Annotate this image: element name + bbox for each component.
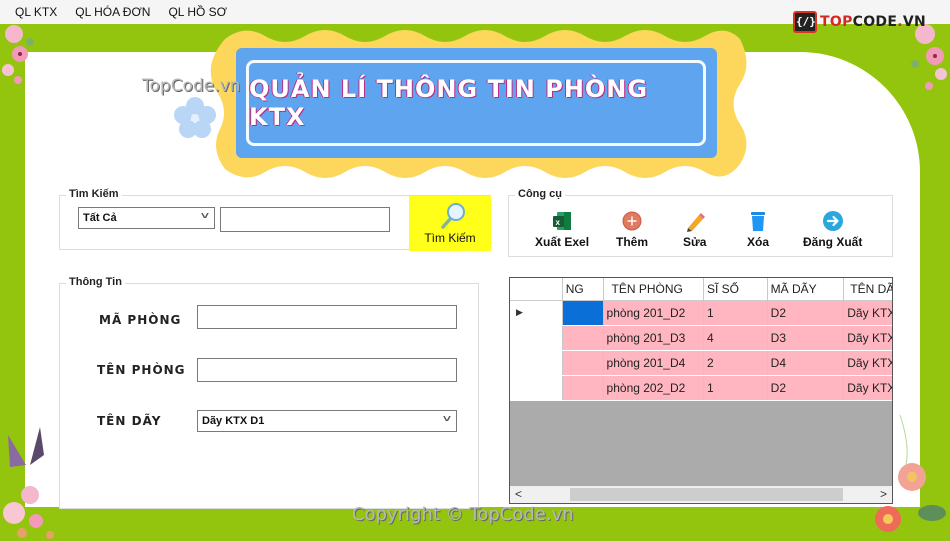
cell-ma-day[interactable]: D4 (767, 351, 845, 375)
topcode-logo-icon (793, 11, 818, 33)
row-header-corner (510, 278, 563, 300)
row-header (510, 376, 563, 400)
column-header-ten-day[interactable]: TÊN DÃ (844, 278, 892, 300)
svg-text:x: x (556, 218, 561, 227)
search-filter-value: Tất Cả (83, 212, 117, 224)
cell-ma-phong[interactable] (562, 326, 604, 350)
table-row[interactable]: phòng 201_D3 4 D3 Dãy KTX (510, 326, 892, 351)
menu-ql-ktx[interactable]: QL KTX (6, 5, 66, 19)
butterfly-decoration-icon (3, 427, 54, 539)
cell-ma-day[interactable]: D2 (767, 301, 845, 325)
delete-label: Xóa (747, 235, 770, 249)
column-header-ma-day[interactable]: MÃ DÃY (768, 278, 845, 300)
logout-button[interactable]: Đăng Xuất (803, 210, 862, 249)
ma-phong-input[interactable] (197, 305, 457, 329)
search-group: Tìm Kiếm Tất Cả ˅ Tìm Kiếm (59, 188, 491, 251)
search-button-label: Tìm Kiếm (424, 231, 476, 245)
row-header (510, 326, 563, 350)
search-button[interactable]: Tìm Kiếm (409, 196, 491, 251)
export-excel-button[interactable]: x Xuất Exel (535, 210, 589, 249)
edit-button[interactable]: Sửa (683, 210, 706, 249)
cell-si-so[interactable]: 1 (704, 376, 768, 400)
ten-day-value: Dãy KTX D1 (202, 415, 265, 427)
logout-icon (822, 211, 843, 231)
scrollbar-thumb[interactable] (570, 488, 843, 501)
ten-phong-input[interactable] (197, 358, 457, 382)
search-filter-select[interactable]: Tất Cả ˅ (78, 207, 215, 229)
delete-button[interactable]: Xóa (747, 210, 769, 249)
info-legend: Thông Tin (66, 276, 125, 288)
tools-group: Công cụ x Xuất Exel Thêm Sửa Xóa Đăng Xu… (508, 188, 893, 257)
menu-ql-hoa-don[interactable]: QL HÓA ĐƠN (66, 5, 159, 19)
cell-si-so[interactable]: 1 (704, 301, 768, 325)
cell-ma-phong[interactable] (562, 376, 604, 400)
cell-ma-phong[interactable] (562, 351, 604, 375)
chevron-down-icon: ˅ (200, 211, 210, 222)
topcode-brand: TOPCODE.VN (793, 11, 926, 33)
excel-icon: x (553, 212, 572, 230)
scroll-right-icon[interactable]: > (880, 486, 887, 503)
brand-top: TOP (820, 14, 853, 30)
ten-day-select[interactable]: Dãy KTX D1 ˅ (197, 410, 457, 432)
brand-code: CODE (852, 14, 898, 30)
cell-ten-phong[interactable]: phòng 201_D2 (603, 301, 704, 325)
banner-frame: QUẢN LÍ THÔNG TIN PHÒNG KTX (246, 60, 706, 146)
cell-ten-day[interactable]: Dãy KTX (844, 351, 892, 375)
ten-day-label: TÊN DÃY (97, 414, 162, 428)
cell-si-so[interactable]: 4 (704, 326, 768, 350)
trash-icon (751, 212, 765, 231)
menu-ql-ho-so[interactable]: QL HỒ SƠ (159, 5, 236, 19)
page-title: QUẢN LÍ THÔNG TIN PHÒNG KTX (249, 75, 649, 131)
cell-ten-day[interactable]: Dãy KTX (844, 326, 892, 350)
rooms-grid[interactable]: NG TÊN PHÒNG SĨ SỐ MÃ DÃY TÊN DÃ ▶ phòng… (509, 277, 893, 504)
logout-label: Đăng Xuất (803, 235, 863, 249)
cell-ten-phong[interactable]: phòng 201_D4 (603, 351, 704, 375)
scroll-left-icon[interactable]: < (515, 486, 522, 503)
column-header-ten-phong[interactable]: TÊN PHÒNG (604, 278, 704, 300)
flower-decoration-icon (911, 24, 947, 90)
horizontal-scrollbar[interactable]: < > (510, 486, 892, 503)
ten-phong-label: TÊN PHÒNG (97, 363, 186, 377)
cell-si-so[interactable]: 2 (704, 351, 768, 375)
ma-phong-label: MÃ PHÒNG (99, 313, 182, 327)
cell-ten-phong[interactable]: phòng 201_D3 (603, 326, 704, 350)
edit-label: Sửa (683, 235, 707, 249)
brand-vn: VN (902, 14, 926, 30)
row-header (510, 351, 563, 375)
watermark-top: TopCode.vn (142, 76, 241, 96)
add-label: Thêm (616, 235, 649, 249)
tools-legend: Công cụ (515, 188, 565, 200)
chevron-down-icon: ˅ (442, 414, 452, 425)
info-group: Thông Tin MÃ PHÒNG TÊN PHÒNG TÊN DÃY Dãy… (59, 276, 479, 509)
blue-flower-icon (174, 97, 216, 138)
flower-decoration-icon (2, 25, 34, 84)
cell-ten-day[interactable]: Dãy KTX (844, 301, 892, 325)
pencil-icon (686, 213, 705, 232)
search-input[interactable] (220, 207, 390, 232)
add-button[interactable]: Thêm (616, 210, 648, 249)
table-row[interactable]: phòng 202_D2 1 D2 Dãy KTX (510, 376, 892, 401)
current-row-marker: ▶ (510, 301, 563, 325)
cell-ten-phong[interactable]: phòng 202_D2 (603, 376, 704, 400)
column-header-si-so[interactable]: SĨ SỐ (704, 278, 768, 300)
export-excel-label: Xuất Exel (535, 235, 590, 249)
magnifier-icon (441, 203, 465, 229)
cell-ma-phong[interactable] (562, 301, 604, 325)
search-legend: Tìm Kiếm (66, 188, 122, 200)
cell-ma-day[interactable]: D2 (767, 376, 845, 400)
cell-ten-day[interactable]: Dãy KTX (844, 376, 892, 400)
table-row[interactable]: phòng 201_D4 2 D4 Dãy KTX (510, 351, 892, 376)
watermark-copyright: Copyright © TopCode.vn (352, 504, 574, 525)
cell-ma-day[interactable]: D3 (767, 326, 845, 350)
column-header-ma-phong[interactable]: NG (563, 278, 604, 300)
add-icon (622, 211, 642, 231)
table-row[interactable]: ▶ phòng 201_D2 1 D2 Dãy KTX (510, 301, 892, 326)
grid-header: NG TÊN PHÒNG SĨ SỐ MÃ DÃY TÊN DÃ (510, 278, 892, 301)
